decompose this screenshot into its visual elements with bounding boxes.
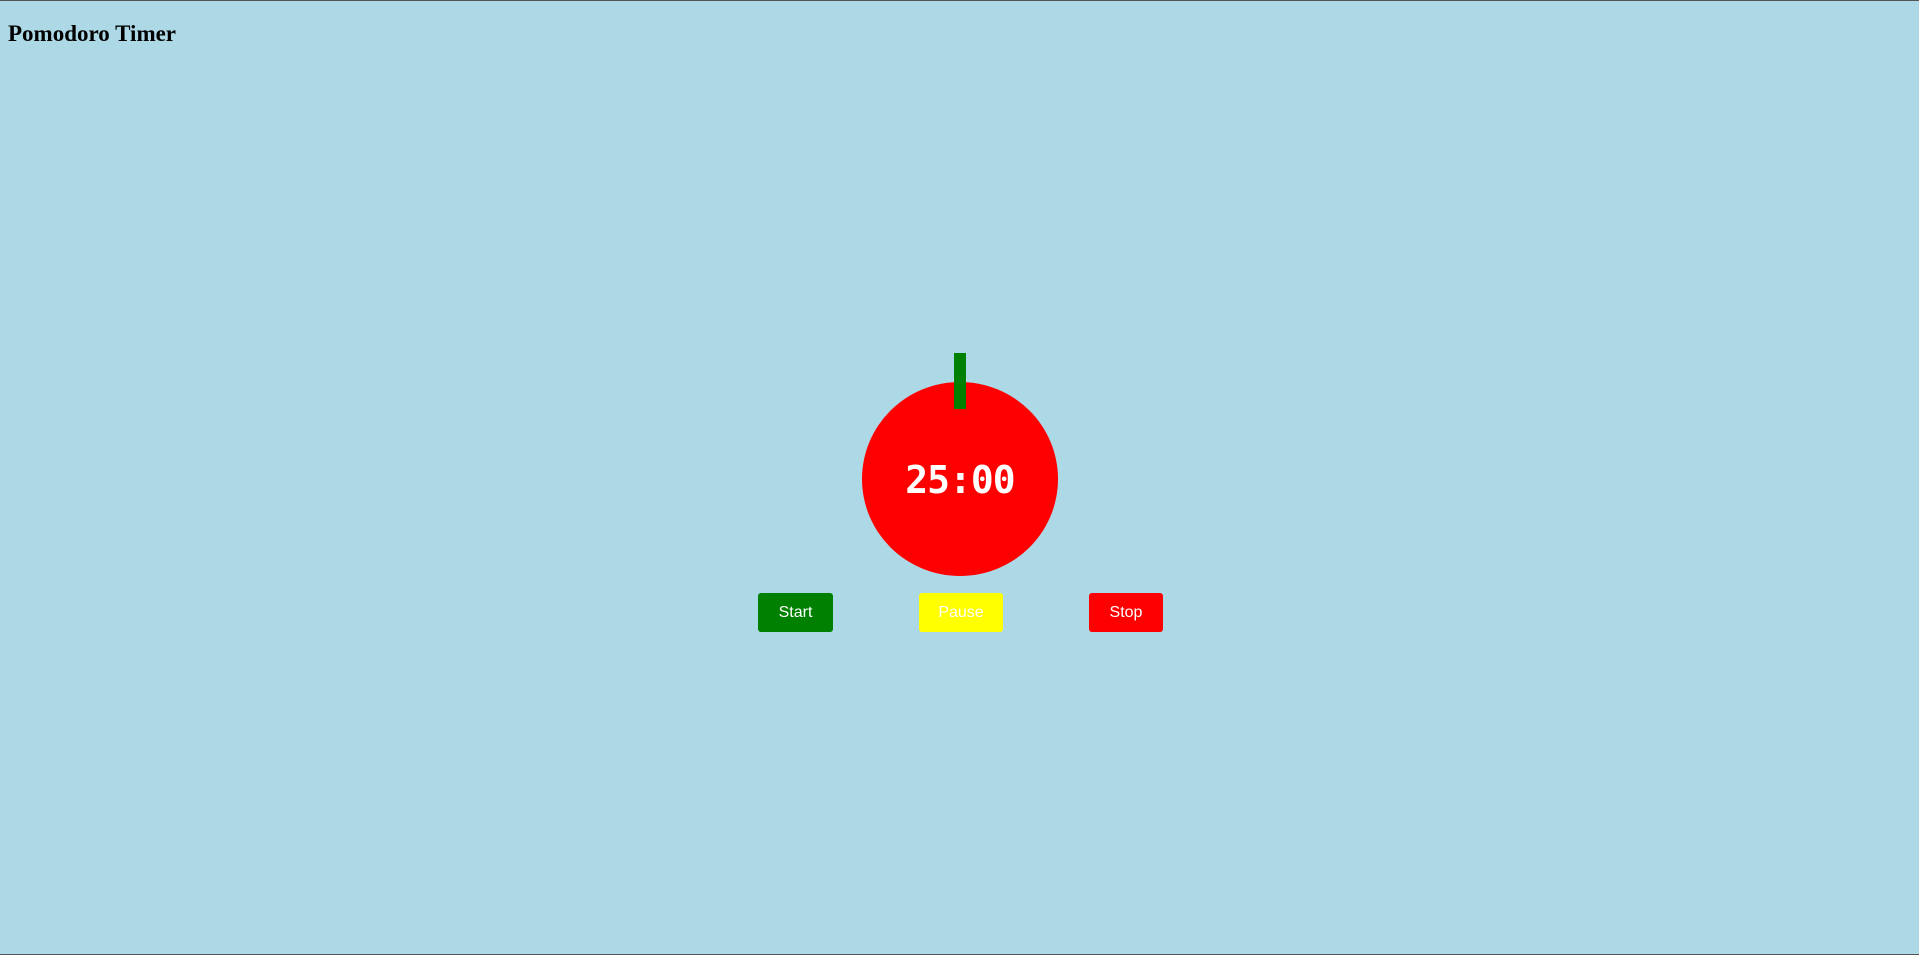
timer-display: 25:00 [905,458,1015,502]
start-button[interactable]: Start [758,593,833,632]
pause-button[interactable]: Pause [919,593,1003,632]
stop-button[interactable]: Stop [1089,593,1163,632]
tomato-stem [954,353,966,409]
page-title: Pomodoro Timer [8,21,177,46]
tomato-timer: 25:00 [862,382,1058,576]
